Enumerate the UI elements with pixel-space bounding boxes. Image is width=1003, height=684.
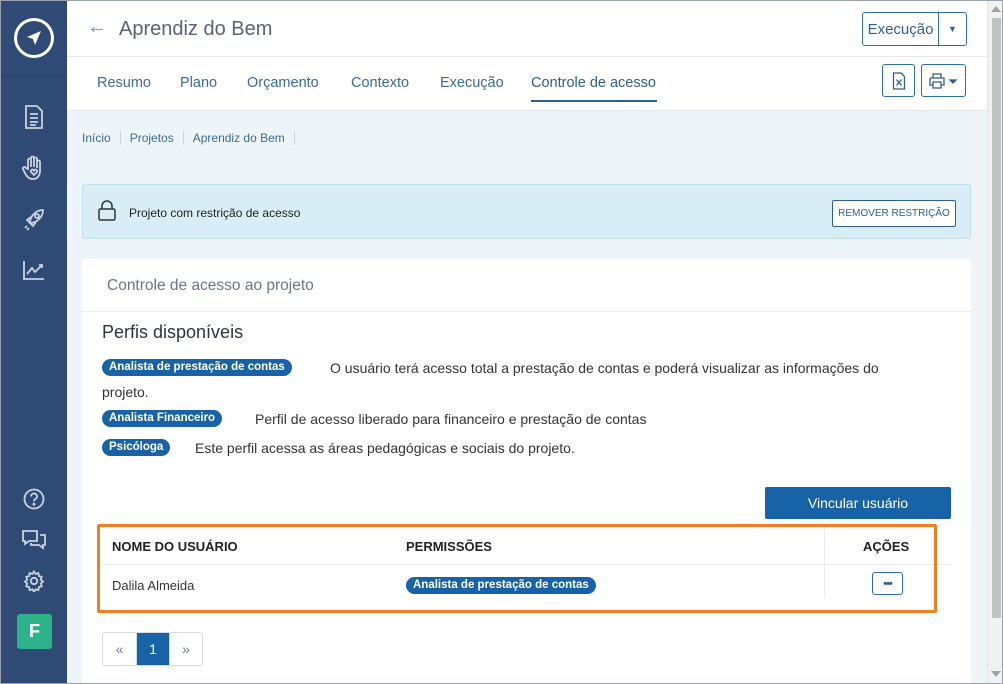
- user-avatar[interactable]: F: [17, 614, 52, 649]
- pagination: « 1 »: [102, 632, 203, 666]
- export-excel-button[interactable]: [882, 64, 915, 97]
- active-tab-indicator: [531, 100, 657, 102]
- chat-icon[interactable]: [19, 524, 49, 554]
- profile-badge: Psicóloga: [102, 439, 171, 456]
- breadcrumb: Início Projetos Aprendiz do Bem: [82, 131, 304, 145]
- profile-description: O usuário terá acesso total a prestação …: [330, 360, 879, 376]
- sidebar: F: [1, 1, 67, 683]
- profile-description: Perfil de acesso liberado para financeir…: [255, 411, 647, 427]
- column-divider: [824, 527, 825, 597]
- printer-icon: [928, 72, 958, 89]
- pagination-next[interactable]: »: [169, 633, 202, 665]
- chevron-down-icon[interactable]: ▼: [939, 13, 966, 45]
- permission-badge: Analista de prestação de contas: [406, 577, 596, 594]
- tab-controle-de-acesso[interactable]: Controle de acesso: [531, 75, 656, 91]
- link-user-button[interactable]: Vincular usuário: [765, 487, 951, 519]
- profile-description-continued: projeto.: [102, 384, 149, 400]
- scroll-up-arrow-icon[interactable]: [991, 6, 1001, 12]
- sidebar-divider: [1, 76, 67, 77]
- hand-heart-icon[interactable]: [19, 153, 49, 183]
- logo-arrow-icon: [17, 21, 51, 55]
- back-arrow-icon[interactable]: ←: [87, 16, 107, 39]
- breadcrumb-projetos[interactable]: Projetos: [130, 131, 184, 145]
- page-title: Aprendiz do Bem: [119, 18, 273, 40]
- breadcrumb-project[interactable]: Aprendiz do Bem: [193, 131, 295, 145]
- page-header: ← Aprendiz do Bem Execução ▼: [67, 1, 987, 57]
- vertical-scrollbar[interactable]: [987, 1, 1002, 683]
- column-header-actions: AÇÕES: [863, 539, 910, 554]
- column-header-permissions: PERMISSÕES: [406, 539, 492, 554]
- status-button-label[interactable]: Execução: [863, 13, 939, 45]
- table-cell-user: Dalila Almeida: [112, 578, 195, 593]
- pagination-page[interactable]: 1: [136, 633, 169, 665]
- profile-badge: Analista de prestação de contas: [102, 359, 292, 376]
- tab-plano[interactable]: Plano: [180, 75, 217, 91]
- row-actions-button[interactable]: •••: [872, 572, 903, 595]
- scroll-down-arrow-icon[interactable]: [991, 671, 1001, 677]
- scroll-thumb[interactable]: [992, 18, 1001, 618]
- tab-contexto[interactable]: Contexto: [351, 75, 409, 91]
- card-header: Controle de acesso ao projeto: [82, 259, 971, 312]
- access-restriction-alert: Projeto com restrição de acesso REMOVER …: [82, 184, 971, 239]
- print-button[interactable]: [921, 64, 966, 97]
- gear-icon[interactable]: [19, 566, 49, 596]
- card-title: Controle de acesso ao projeto: [107, 277, 314, 294]
- tab-orcamento[interactable]: Orçamento: [247, 75, 319, 91]
- pagination-prev[interactable]: «: [103, 633, 136, 665]
- breadcrumb-inicio[interactable]: Início: [82, 131, 121, 145]
- excel-file-icon: [892, 71, 905, 90]
- tab-resumo[interactable]: Resumo: [97, 75, 151, 91]
- access-control-card: Controle de acesso ao projeto Perfis dis…: [82, 259, 971, 683]
- profiles-heading: Perfis disponíveis: [102, 322, 244, 342]
- remove-restriction-button[interactable]: REMOVER RESTRIÇÃO: [832, 200, 956, 227]
- profile-description: Este perfil acessa as áreas pedagógicas …: [195, 440, 575, 456]
- status-dropdown[interactable]: Execução ▼: [862, 12, 967, 46]
- help-icon[interactable]: [19, 484, 49, 514]
- column-header-user: NOME DO USUÁRIO: [112, 539, 238, 554]
- tab-execucao[interactable]: Execução: [440, 75, 504, 91]
- main-content: Início Projetos Aprendiz do Bem Projeto …: [67, 111, 987, 683]
- lock-icon: [97, 200, 117, 227]
- rocket-icon[interactable]: [19, 204, 49, 234]
- app-logo[interactable]: [14, 18, 54, 58]
- chart-line-icon[interactable]: [19, 255, 49, 285]
- app-window: F ← Aprendiz do Bem Execução ▼ Resumo Pl…: [0, 0, 1003, 684]
- document-icon[interactable]: [19, 102, 49, 132]
- tab-bar: Resumo Plano Orçamento Contexto Execução…: [67, 57, 987, 111]
- profile-badge: Analista Financeiro: [102, 410, 223, 427]
- alert-message: Projeto com restrição de acesso: [129, 206, 301, 220]
